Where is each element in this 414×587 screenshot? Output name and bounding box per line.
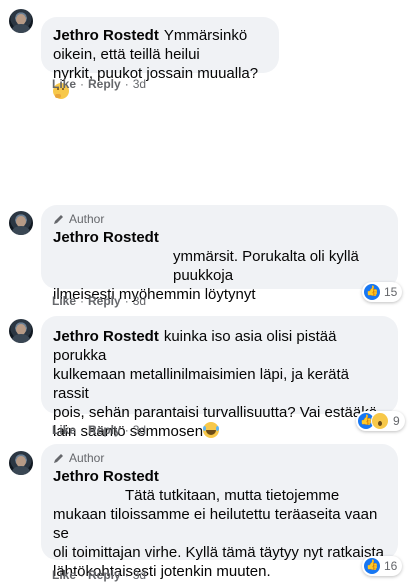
comment-text: Tätä tutkitaan, mutta tietojemme [125, 487, 340, 504]
comment-bubble: Jethro Rostedt Ymmärsinkö oikein, että te… [41, 17, 279, 99]
author-badge: Author [53, 212, 386, 226]
wow-reaction-icon [371, 412, 389, 430]
author-name[interactable]: Jethro Rostedt [53, 467, 381, 486]
like-reaction-icon [364, 558, 380, 574]
laughing-face-icon [203, 422, 220, 438]
timestamp[interactable]: 3d [133, 77, 146, 91]
avatar[interactable] [9, 451, 33, 475]
author-name[interactable]: Jethro Rostedt [53, 328, 159, 345]
like-link[interactable]: Like [52, 77, 76, 91]
avatar[interactable] [9, 319, 33, 343]
reply-link[interactable]: Reply [88, 294, 121, 308]
comment-actions: Like · Reply · 3d [52, 77, 147, 91]
timestamp[interactable]: 3d [133, 568, 146, 582]
comment-text: mukaan tiloissamme ei heilutettu teräase… [53, 506, 378, 542]
timestamp[interactable]: 3d [133, 294, 146, 308]
pencil-icon [54, 215, 63, 224]
pencil-icon [54, 454, 63, 463]
author-badge-label: Author [69, 451, 105, 465]
comment-actions: Like · Reply · 3d [52, 423, 147, 437]
comment-bubble: Author Jethro Rostedt ymmärsit. Porukalt… [41, 205, 398, 303]
avatar[interactable] [9, 211, 33, 235]
comment-actions: Like · Reply · 3d [52, 568, 147, 582]
reaction-summary[interactable]: 15 [362, 282, 403, 302]
author-badge-label: Author [69, 212, 105, 226]
comment-text: ymmärsit. Porukalta oli kyllä puukkoja [173, 248, 359, 284]
author-name[interactable]: Jethro Rostedt [53, 27, 159, 44]
reaction-count: 9 [393, 414, 400, 428]
author-name[interactable]: Jethro Rostedt [53, 228, 381, 247]
like-link[interactable]: Like [52, 294, 76, 308]
reply-link[interactable]: Reply [88, 77, 121, 91]
reaction-summary[interactable]: 16 [362, 556, 403, 576]
reaction-count: 15 [384, 285, 398, 299]
comment-text: pois, sehän parantaisi turvallisuutta? V… [53, 404, 378, 421]
reaction-count: 16 [384, 559, 398, 573]
comment-bubble: Author Jethro Rostedt Tätä tutkitaan, mu… [41, 444, 398, 580]
timestamp[interactable]: 3d [133, 423, 146, 437]
like-link[interactable]: Like [52, 423, 76, 437]
like-link[interactable]: Like [52, 568, 76, 582]
reply-link[interactable]: Reply [88, 423, 121, 437]
comment-actions: Like · Reply · 3d [52, 294, 147, 308]
like-reaction-icon [364, 284, 380, 300]
author-badge: Author [53, 451, 386, 465]
comment-bubble: Jethro Rostedt kuinka iso asia olisi pist… [41, 316, 398, 440]
comment-text: kulkemaan metallinilmaisimien läpi, ja k… [53, 366, 349, 402]
reply-link[interactable]: Reply [88, 568, 121, 582]
avatar[interactable] [9, 9, 33, 33]
reaction-summary[interactable]: 9 [356, 411, 405, 431]
comment-text: oli toimittajan virhe. Kyllä tämä täytyy… [53, 544, 384, 561]
